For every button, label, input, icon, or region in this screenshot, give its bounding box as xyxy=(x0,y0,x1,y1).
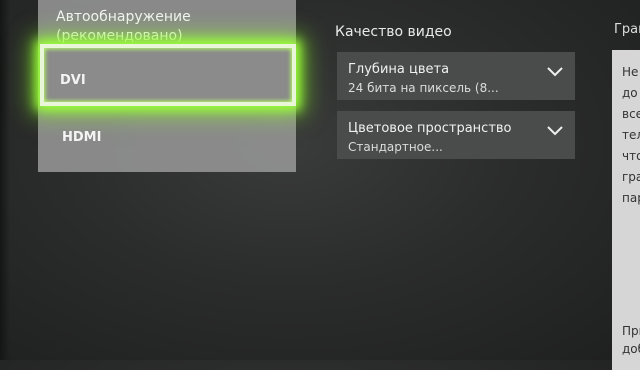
right-section-title: Гран xyxy=(614,22,640,37)
option-hdmi-label: HDMI xyxy=(62,130,102,145)
option-auto-detect-label: Автообнаружение xyxy=(56,9,191,25)
color-depth-value: 24 бита на пиксель (8... xyxy=(348,81,499,95)
option-auto-detect[interactable]: Автообнаружение (рекомендовано) xyxy=(38,8,296,46)
color-space-label: Цветовое пространство xyxy=(348,121,512,136)
description-line: тел xyxy=(622,128,640,142)
option-hdmi[interactable]: HDMI xyxy=(38,130,296,145)
video-quality-title: Качество видео xyxy=(335,24,452,40)
chevron-down-icon xyxy=(547,67,563,77)
description-footer-line: При xyxy=(622,324,640,338)
chevron-down-icon xyxy=(547,126,563,136)
description-line: все xyxy=(622,107,640,121)
description-line: до xyxy=(622,86,638,100)
description-footer: При доба xyxy=(622,322,640,358)
screen-edge xyxy=(0,0,10,360)
description-line: пар xyxy=(622,191,640,205)
option-dvi-label: DVI xyxy=(60,73,86,88)
description-footer-line: доба xyxy=(622,342,640,356)
description-panel: Не до все тел что гра пар При доба xyxy=(612,50,640,370)
description-line: что xyxy=(622,149,640,163)
output-type-dropdown-list: Автообнаружение (рекомендовано) DVI HDMI xyxy=(38,0,296,172)
color-depth-dropdown[interactable]: Глубина цвета 24 бита на пиксель (8... xyxy=(337,52,575,100)
color-space-dropdown[interactable]: Цветовое пространство Стандартное... xyxy=(337,111,575,159)
description-line: гра xyxy=(622,170,640,184)
color-space-value: Стандартное... xyxy=(348,140,443,154)
description-line: Не xyxy=(622,65,639,79)
option-dvi[interactable]: DVI xyxy=(40,44,296,106)
color-depth-label: Глубина цвета xyxy=(348,62,450,77)
